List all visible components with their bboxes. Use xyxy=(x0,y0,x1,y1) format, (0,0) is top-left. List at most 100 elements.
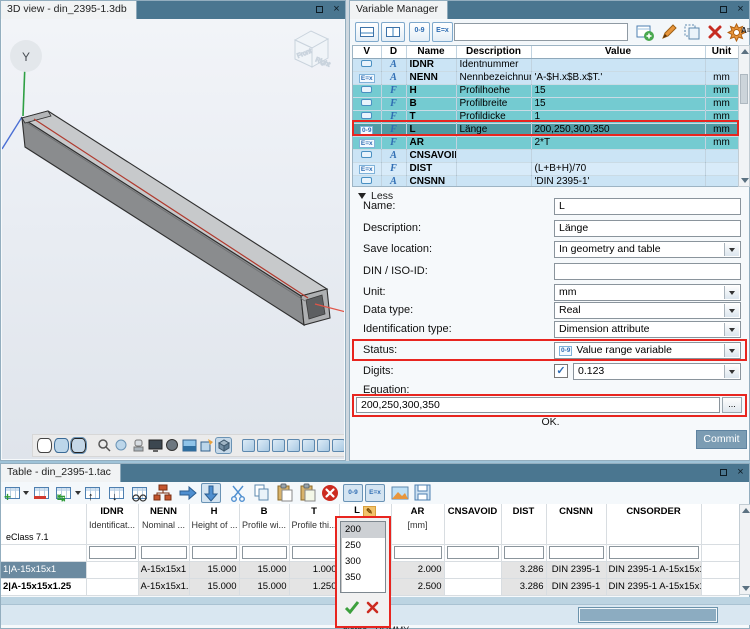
filter-input-idnr[interactable] xyxy=(89,546,136,559)
view-right-icon[interactable] xyxy=(287,439,300,452)
digits-checkbox[interactable]: ✓ xyxy=(554,364,568,378)
maximize-icon[interactable] xyxy=(715,464,732,482)
rename-variables-icon[interactable]: A=3 xyxy=(741,26,750,45)
filter-input-cnsavoid[interactable] xyxy=(447,546,499,559)
cancel-x-icon[interactable] xyxy=(366,601,379,619)
cut-icon[interactable] xyxy=(229,483,249,503)
value-option[interactable]: 250 xyxy=(341,538,385,554)
layout-horizontal-button[interactable] xyxy=(355,22,379,42)
copy-icon[interactable] xyxy=(252,483,272,503)
insert-row-above-icon[interactable]: ↑ xyxy=(83,483,103,503)
data-type-select[interactable]: Real xyxy=(554,302,741,319)
view-bottom-icon[interactable] xyxy=(317,439,330,452)
view-top-icon[interactable] xyxy=(302,439,315,452)
show-value-ranges-toggle[interactable]: 0-9 xyxy=(343,484,363,502)
save-icon[interactable] xyxy=(413,483,433,503)
variable-row-l-selected[interactable]: 0-9 F LLänge 200,250,300,350mm xyxy=(353,123,738,136)
chevron-down-icon[interactable] xyxy=(724,286,739,299)
tab-table[interactable]: Table - din_2395-1.tac xyxy=(1,464,121,482)
zoom-icon[interactable] xyxy=(97,438,112,453)
screen-icon[interactable] xyxy=(148,438,163,453)
filter-input-cnsorder[interactable] xyxy=(609,546,699,559)
name-field[interactable]: L xyxy=(554,198,741,215)
row-header[interactable]: 2|A-15x15x1.25 xyxy=(1,578,86,595)
variable-row-h[interactable]: F HProfilhoehe 15mm xyxy=(353,84,738,97)
col-header-name[interactable]: Name xyxy=(406,46,456,58)
viewcube-toggle-icon[interactable] xyxy=(216,438,231,453)
render-shaded-edges-icon[interactable] xyxy=(71,438,86,453)
col-header-unit[interactable]: Unit xyxy=(705,46,738,58)
col-t[interactable]: T xyxy=(289,504,339,518)
table-grid-scrollbar[interactable] xyxy=(739,504,750,595)
digits-select[interactable]: 0.123 xyxy=(573,363,741,380)
coordsys-icon[interactable] xyxy=(199,438,214,453)
orbit-icon[interactable] xyxy=(114,438,129,453)
value-option-selected[interactable]: 200 xyxy=(341,522,385,538)
col-header-value[interactable]: Value xyxy=(531,46,705,58)
filter-input-dist[interactable] xyxy=(504,546,544,559)
close-icon[interactable]: × xyxy=(328,1,345,19)
equation-filter-toggle[interactable]: E=x xyxy=(432,22,453,42)
filter-input-ar[interactable] xyxy=(394,546,442,559)
paste-icon[interactable] xyxy=(275,483,295,503)
value-option[interactable]: 350 xyxy=(341,570,385,586)
variable-row-cnsnn[interactable]: A CNSNN 'DIN 2395-1' xyxy=(353,175,738,187)
identification-type-select[interactable]: Dimension attribute xyxy=(554,321,741,338)
unit-select[interactable]: mm xyxy=(554,284,741,301)
variable-row-idnr[interactable]: A IDNRIdentnummer xyxy=(353,58,738,71)
tab-3d-view[interactable]: 3D view - din_2395-1.3db xyxy=(1,1,137,19)
view-back-icon[interactable] xyxy=(257,439,270,452)
nav-cube[interactable]: Front Right xyxy=(295,31,331,69)
view-iso-icon[interactable] xyxy=(332,439,344,452)
status-select[interactable]: 0-9Value range variable xyxy=(554,342,741,359)
image-icon[interactable] xyxy=(390,483,410,503)
col-cnsnn[interactable]: CNSNN xyxy=(546,504,606,518)
col-dist[interactable]: DIST xyxy=(501,504,546,518)
save-location-select[interactable]: In geometry and table xyxy=(554,241,741,258)
transfer-right-icon[interactable] xyxy=(178,483,198,503)
col-idnr[interactable]: IDNR xyxy=(86,504,138,518)
filter-input-h[interactable] xyxy=(192,546,237,559)
col-cnsavoid[interactable]: CNSAVOID xyxy=(444,504,501,518)
chevron-down-icon[interactable] xyxy=(724,304,739,317)
description-field[interactable]: Länge xyxy=(554,220,741,237)
show-equations-toggle[interactable]: E=x xyxy=(365,484,385,502)
chevron-down-icon[interactable] xyxy=(724,323,739,336)
layout-vertical-button[interactable] xyxy=(381,22,405,42)
render-wireframe-icon[interactable] xyxy=(37,438,52,453)
variable-row-b[interactable]: F BProfilbreite 15mm xyxy=(353,97,738,110)
variables-grid-scrollbar[interactable] xyxy=(738,45,750,187)
maximize-icon[interactable] xyxy=(311,1,328,19)
chevron-down-icon[interactable] xyxy=(724,344,739,357)
col-header-v[interactable]: V xyxy=(353,46,381,58)
add-variable-icon[interactable] xyxy=(636,23,655,42)
col-ar[interactable]: AR xyxy=(391,504,444,518)
col-b[interactable]: B xyxy=(239,504,289,518)
edit-variable-icon[interactable] xyxy=(660,23,679,42)
variable-row-dist[interactable]: E=x F DIST (L+B+H)/70 xyxy=(353,162,738,175)
col-cnsorder[interactable]: CNSORDER xyxy=(606,504,701,518)
tab-variable-manager[interactable]: Variable Manager xyxy=(350,1,448,19)
sphere-icon[interactable] xyxy=(165,438,180,453)
paste-special-icon[interactable] xyxy=(298,483,318,503)
equation-more-button[interactable]: ... xyxy=(722,397,742,413)
background-icon[interactable] xyxy=(182,438,197,453)
filter-input-nenn[interactable] xyxy=(141,546,187,559)
value-range-filter-toggle[interactable]: 0-9 xyxy=(409,22,430,42)
commit-button[interactable]: Commit xyxy=(696,430,747,449)
col-header-d[interactable]: D xyxy=(381,46,406,58)
close-icon[interactable]: × xyxy=(732,464,749,482)
col-header-description[interactable]: Description xyxy=(456,46,531,58)
hierarchy-icon[interactable] xyxy=(153,483,173,503)
row-header-selected[interactable]: 1|A-15x15x1 xyxy=(1,561,86,578)
col-h[interactable]: H xyxy=(189,504,239,518)
copy-variable-icon[interactable] xyxy=(683,23,702,42)
chevron-down-icon[interactable] xyxy=(724,365,739,378)
add-row-icon[interactable]: + xyxy=(3,483,23,503)
maximize-icon[interactable] xyxy=(715,1,732,19)
view-front-icon[interactable] xyxy=(242,439,255,452)
filter-input-cnsnn[interactable] xyxy=(549,546,604,559)
col-nenn[interactable]: NENN xyxy=(138,504,189,518)
value-option[interactable]: 300 xyxy=(341,554,385,570)
viewport-3d[interactable]: Front Right xyxy=(2,19,344,459)
